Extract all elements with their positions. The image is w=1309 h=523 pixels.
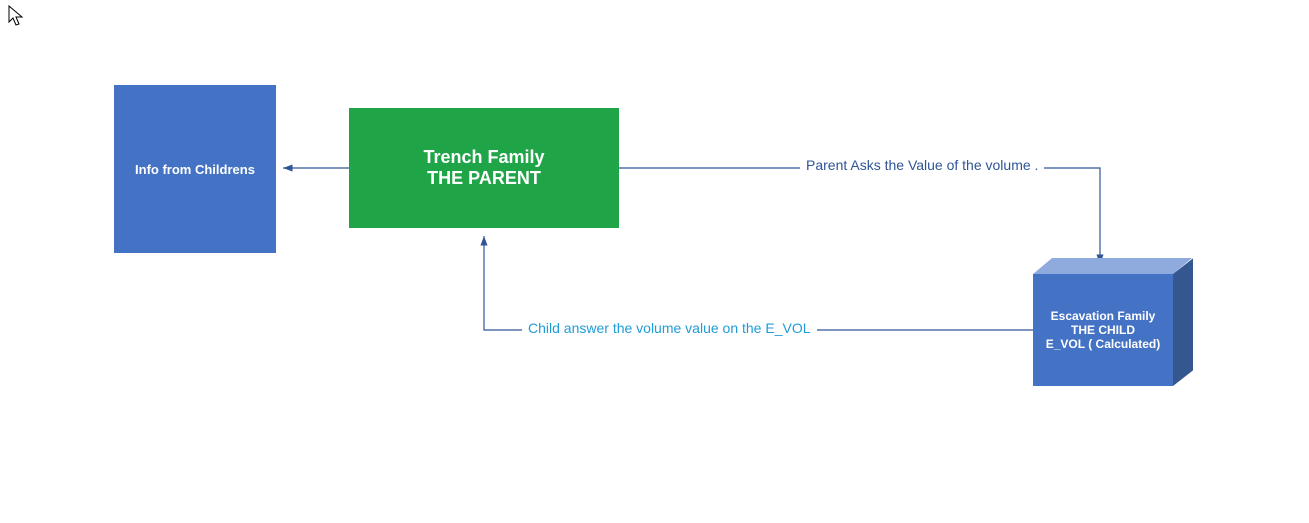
mouse-cursor-icon [8, 5, 26, 27]
connector-label-answer: Child answer the volume value on the E_V… [522, 320, 817, 336]
cube-top-face [1033, 258, 1192, 274]
parent-node-subtitle: THE PARENT [427, 168, 541, 189]
connector-label-ask: Parent Asks the Value of the volume . [800, 157, 1044, 173]
info-node-label: Info from Childrens [135, 162, 255, 177]
info-node: Info from Childrens [114, 85, 276, 253]
parent-node: Trench Family THE PARENT [349, 108, 619, 228]
cube-front-face: Escavation Family THE CHILD E_VOL ( Calc… [1033, 274, 1173, 386]
child-node-detail: E_VOL ( Calculated) [1046, 337, 1160, 351]
cube-side-face [1173, 258, 1193, 386]
child-node-subtitle: THE CHILD [1071, 323, 1135, 337]
child-cube: Escavation Family THE CHILD E_VOL ( Calc… [1033, 258, 1183, 378]
child-node-title: Escavation Family [1051, 309, 1156, 323]
parent-node-title: Trench Family [423, 147, 544, 168]
